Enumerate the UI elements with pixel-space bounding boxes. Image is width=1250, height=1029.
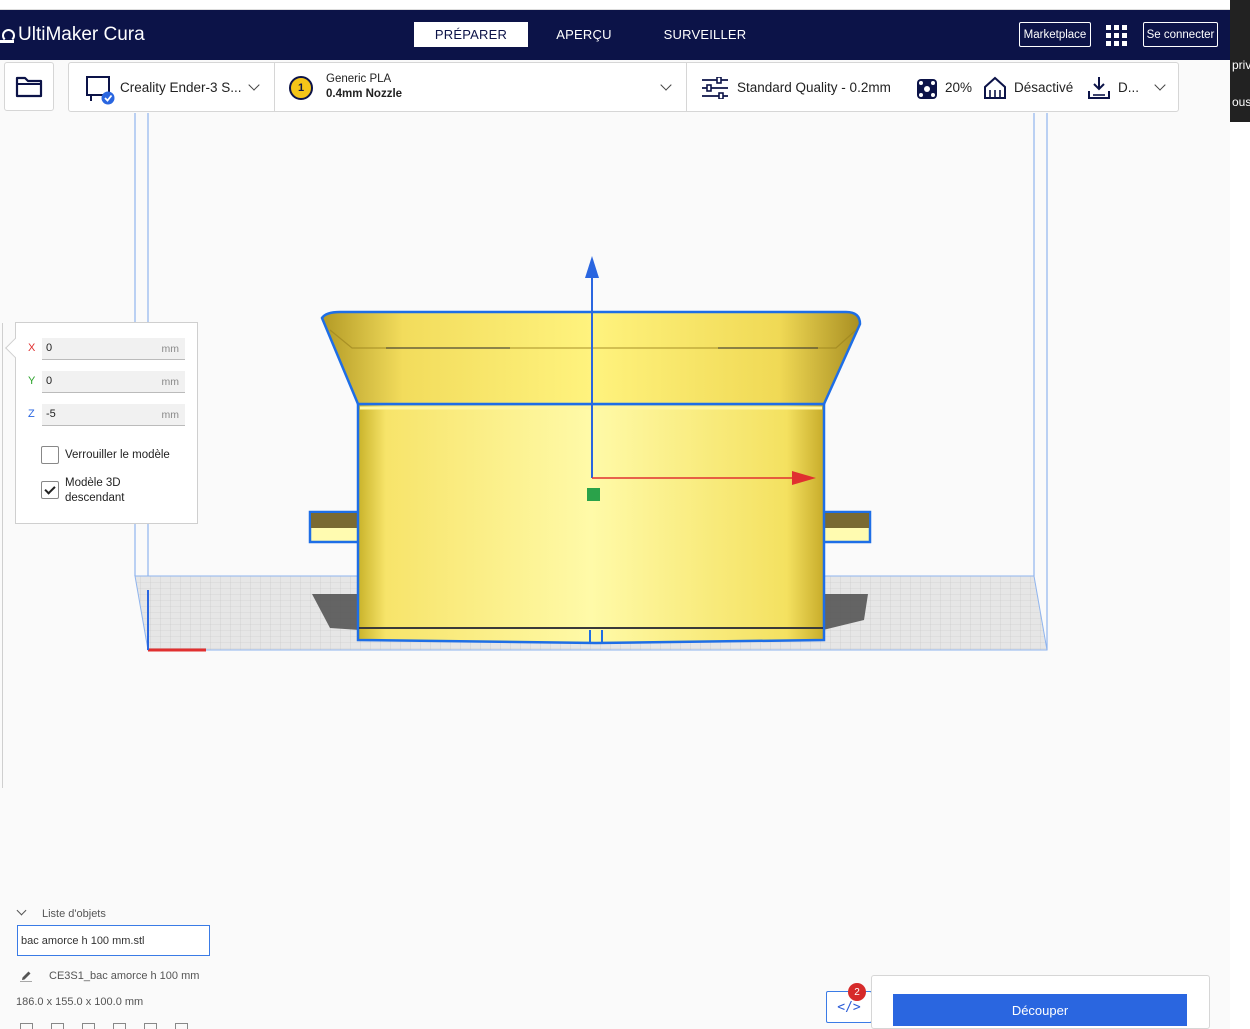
background-window: priv ous bbox=[1230, 0, 1250, 1029]
model-dimensions: 186.0 x 155.0 x 100.0 mm bbox=[16, 996, 144, 1008]
settings-sliders-icon bbox=[702, 77, 728, 99]
chevron-down-icon bbox=[660, 79, 672, 91]
background-window-text: priv bbox=[1232, 58, 1250, 72]
extruder-badge-icon: 1 bbox=[289, 76, 313, 100]
y-position-input[interactable]: 0 mm bbox=[42, 371, 185, 393]
bottom-tool-icons bbox=[20, 1023, 188, 1029]
pencil-icon[interactable] bbox=[20, 970, 32, 982]
drop-down-model-label: Modèle 3D descendant bbox=[65, 476, 124, 506]
print-settings-selector[interactable]: Standard Quality - 0.2mm 20% Désactivé D… bbox=[687, 63, 1178, 111]
z-axis-label: Z bbox=[28, 408, 35, 420]
drop-down-model-checkbox[interactable] bbox=[41, 481, 59, 499]
notification-badge: 2 bbox=[848, 983, 866, 1001]
tab-preview[interactable]: APERÇU bbox=[538, 22, 630, 47]
printer-name: Creality Ender-3 S... bbox=[120, 80, 242, 95]
z-position-input[interactable]: -5 mm bbox=[42, 404, 185, 426]
move-tool-panel: X 0 mm Y 0 mm Z -5 mm Verrouiller le mod… bbox=[5, 322, 198, 524]
tool-icon[interactable] bbox=[51, 1023, 64, 1029]
support-status: Désactivé bbox=[1014, 80, 1074, 95]
nozzle-size: 0.4mm Nozzle bbox=[326, 88, 403, 100]
material-name: Generic PLA bbox=[326, 73, 392, 85]
chevron-down-icon bbox=[248, 79, 260, 91]
x-unit: mm bbox=[161, 343, 180, 355]
y-axis-arrowhead-icon[interactable] bbox=[585, 256, 599, 278]
printer-connected-icon bbox=[86, 76, 115, 105]
z-axis-handle[interactable] bbox=[587, 488, 600, 501]
drop-down-label-line2: descendant bbox=[65, 492, 125, 504]
y-axis-label: Y bbox=[28, 375, 36, 387]
marketplace-button[interactable]: Marketplace bbox=[1019, 22, 1091, 47]
slice-button[interactable]: Découper bbox=[893, 994, 1187, 1026]
y-position-row: Y 0 mm bbox=[28, 371, 188, 393]
quality-profile: Standard Quality - 0.2mm bbox=[737, 80, 891, 95]
sign-in-button[interactable]: Se connecter bbox=[1143, 22, 1218, 47]
adhesion-status: D... bbox=[1118, 80, 1140, 95]
tool-icon[interactable] bbox=[20, 1023, 33, 1029]
x-position-row: X 0 mm bbox=[28, 338, 188, 360]
infill-value: 20% bbox=[945, 80, 973, 95]
z-unit: mm bbox=[161, 409, 180, 421]
adhesion-icon bbox=[1088, 77, 1110, 99]
tool-icon[interactable] bbox=[82, 1023, 95, 1029]
tool-sidebar-edge bbox=[0, 323, 3, 788]
tool-icon[interactable] bbox=[144, 1023, 157, 1029]
build-plate-scene bbox=[134, 113, 1048, 652]
ultimaker-logo-icon bbox=[0, 27, 15, 43]
x-value: 0 bbox=[46, 342, 53, 354]
lock-model-label: Verrouiller le modèle bbox=[65, 449, 170, 461]
material-selector[interactable]: 1 Generic PLA 0.4mm Nozzle bbox=[275, 63, 686, 111]
chevron-down-icon bbox=[1154, 79, 1166, 91]
z-value: -5 bbox=[46, 408, 56, 420]
top-header: UltiMaker Cura PRÉPARER APERÇU SURVEILLE… bbox=[0, 10, 1230, 60]
support-icon bbox=[984, 76, 1006, 99]
app-logo: UltiMaker Cura bbox=[0, 24, 145, 46]
title-strip bbox=[0, 0, 1230, 10]
y-value: 0 bbox=[46, 375, 53, 387]
background-window-text: ous bbox=[1232, 95, 1250, 109]
x-position-input[interactable]: 0 mm bbox=[42, 338, 185, 360]
infill-icon bbox=[917, 79, 937, 99]
applications-grid-icon[interactable] bbox=[1106, 25, 1127, 46]
y-unit: mm bbox=[161, 376, 180, 388]
drop-down-label-line1: Modèle 3D bbox=[65, 477, 121, 489]
lock-model-checkbox[interactable] bbox=[41, 446, 59, 464]
3d-viewport[interactable] bbox=[0, 113, 1230, 1029]
tool-icon[interactable] bbox=[113, 1023, 126, 1029]
open-file-button[interactable] bbox=[4, 62, 54, 111]
job-name[interactable]: CE3S1_bac amorce h 100 mm bbox=[49, 970, 199, 982]
object-list-item-selected[interactable]: bac amorce h 100 mm.stl bbox=[17, 925, 210, 956]
z-position-row: Z -5 mm bbox=[28, 404, 188, 426]
extruder-number: 1 bbox=[297, 82, 305, 94]
object-list-title: Liste d'objets bbox=[42, 908, 106, 920]
cura-window: UltiMaker Cura PRÉPARER APERÇU SURVEILLE… bbox=[0, 0, 1250, 1029]
tab-prepare[interactable]: PRÉPARER bbox=[414, 22, 528, 47]
tool-icon[interactable] bbox=[175, 1023, 188, 1029]
tab-monitor[interactable]: SURVEILLER bbox=[650, 22, 760, 47]
x-axis-label: X bbox=[28, 342, 36, 354]
printer-selector[interactable]: Creality Ender-3 S... bbox=[69, 63, 274, 111]
object-file-name: bac amorce h 100 mm.stl bbox=[21, 935, 145, 947]
app-title: UltiMaker Cura bbox=[18, 24, 145, 45]
print-setup-toolbar: Creality Ender-3 S... 1 Generic PLA 0.4m… bbox=[68, 62, 1179, 112]
folder-icon bbox=[15, 76, 43, 97]
